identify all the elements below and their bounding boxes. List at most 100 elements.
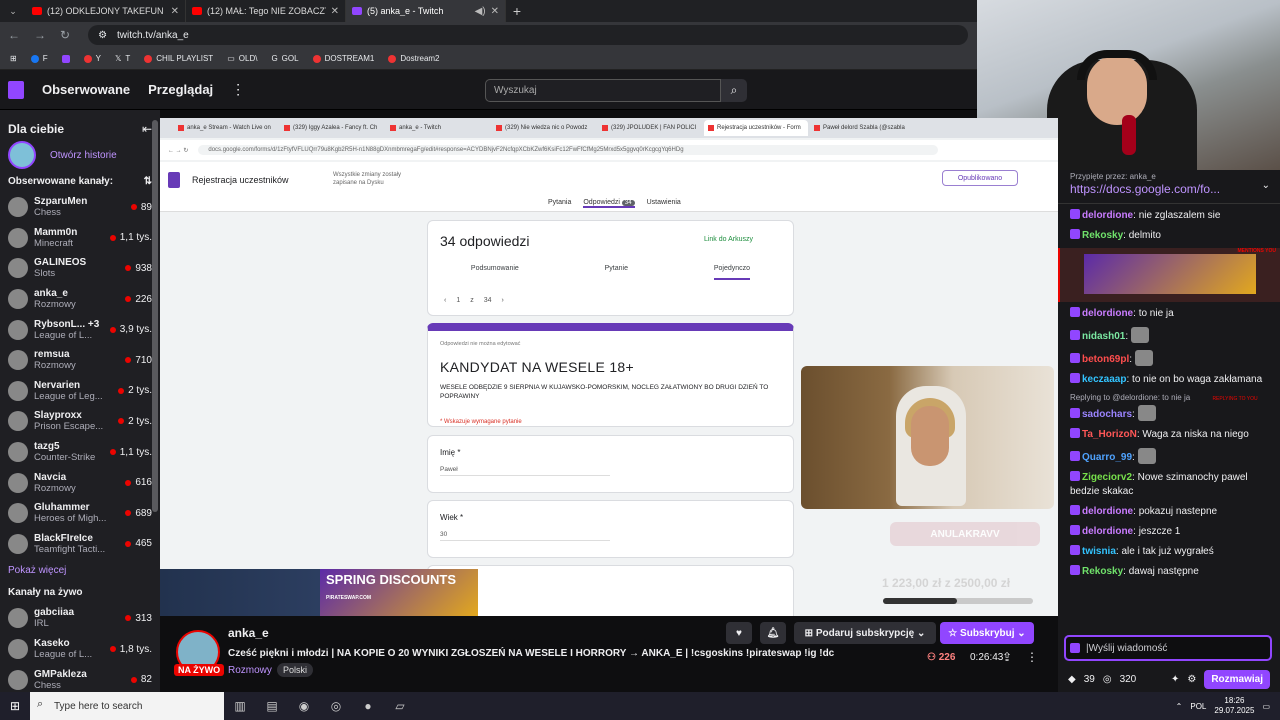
- settings-icon[interactable]: ⚙: [1187, 674, 1196, 685]
- chat-send-button[interactable]: Rozmawiaj: [1204, 669, 1270, 689]
- chat-username[interactable]: Rekosky: [1082, 566, 1123, 577]
- network-icon[interactable]: ⌃: [1176, 702, 1183, 711]
- language-indicator[interactable]: POL: [1190, 702, 1206, 711]
- sidebar-scrollbar[interactable]: [152, 120, 158, 512]
- chat-username[interactable]: keczaaap: [1082, 374, 1126, 385]
- url-field[interactable]: ⚙ twitch.tv/anka_e: [88, 25, 969, 45]
- chat-username[interactable]: sadochars: [1082, 409, 1132, 420]
- taskbar-search[interactable]: ⌕ Type here to search: [30, 692, 224, 720]
- system-tray: ⌃ POL 18:26 29.07.2025 ▭: [1176, 696, 1280, 716]
- close-icon[interactable]: ✕: [171, 6, 179, 17]
- close-icon[interactable]: ✕: [331, 6, 339, 17]
- sidebar-channel-item[interactable]: remsua Rozmowy 710: [0, 345, 160, 376]
- notifications-bell-icon[interactable]: 🔔︎: [760, 622, 786, 644]
- sort-icon[interactable]: ⇅: [144, 176, 152, 190]
- language-tag[interactable]: Polski: [277, 663, 314, 677]
- chat-username[interactable]: Quarro_99: [1082, 452, 1132, 463]
- bookmark-item[interactable]: F: [30, 54, 48, 63]
- chrome-icon[interactable]: ◎: [320, 692, 352, 720]
- inner-tab: (329) JPOLUDEK | FAN POLICI: [598, 120, 702, 136]
- chat-username[interactable]: nidash01: [1082, 331, 1125, 342]
- sidebar-channel-item[interactable]: Kaseko League of L... 1,8 tys.: [0, 634, 160, 665]
- gift-sub-button[interactable]: ⊞ Podaruj subskrypcję ⌄: [794, 622, 936, 644]
- open-stories-link[interactable]: Otwórz historie: [50, 150, 117, 161]
- browser-tab-active[interactable]: (5) anka_e - Twitch ◀) ✕: [346, 0, 506, 22]
- steam-icon[interactable]: ●: [352, 692, 384, 720]
- bookmark-item[interactable]: CHIL PLAYLIST: [144, 54, 213, 63]
- chat-username[interactable]: delordione: [1082, 526, 1133, 537]
- sidebar-channel-item[interactable]: GMPakleza Chess 82: [0, 664, 160, 692]
- close-icon[interactable]: ✕: [491, 6, 499, 17]
- apps-icon[interactable]: ⊞: [10, 54, 17, 63]
- search-input[interactable]: Wyszukaj: [485, 79, 721, 102]
- notes-icon[interactable]: ▱: [384, 692, 416, 720]
- chat-username[interactable]: twisnia: [1082, 546, 1116, 557]
- live-dot-icon: [125, 540, 132, 547]
- sidebar-channel-item[interactable]: gabciiaa IRL 313: [0, 603, 160, 634]
- nav-followed[interactable]: Obserwowane: [42, 82, 130, 97]
- sidebar-channel-item[interactable]: Nervarien League of Leg... 2 tys.: [0, 376, 160, 407]
- reload-icon[interactable]: ↻: [60, 28, 70, 42]
- tab-search-icon[interactable]: ⌄: [0, 0, 26, 22]
- bookmark-folder[interactable]: ▭ OLD\: [227, 54, 257, 63]
- speaker-icon[interactable]: ◀): [475, 6, 486, 17]
- chat-username[interactable]: delordione: [1082, 506, 1133, 517]
- chat-username[interactable]: delordione: [1082, 210, 1133, 221]
- bookmark-item[interactable]: G GOL: [271, 54, 298, 63]
- search-icon[interactable]: ⌕: [721, 79, 747, 102]
- twitch-logo-icon[interactable]: [8, 80, 24, 99]
- pinned-link[interactable]: https://docs.google.com/fo...: [1070, 182, 1220, 196]
- follow-heart-icon[interactable]: ♥: [726, 622, 752, 644]
- browser-tab[interactable]: (12) ODKLEJONY TAKEFUN GA... ✕: [26, 0, 186, 22]
- discord-icon[interactable]: ◉: [288, 692, 320, 720]
- more-icon[interactable]: ⋮: [231, 81, 245, 98]
- chat-username[interactable]: beton69pl: [1082, 354, 1129, 365]
- notification-icon[interactable]: ▭: [1262, 702, 1270, 711]
- channel-name[interactable]: anka_e: [228, 626, 269, 640]
- nav-browse[interactable]: Przeglądaj: [148, 82, 213, 97]
- share-icon[interactable]: ⇪: [1002, 650, 1012, 664]
- bookmark-item[interactable]: DOSTREAM1: [312, 54, 374, 63]
- collapse-sidebar-icon[interactable]: ⇤: [142, 122, 152, 136]
- bookmark-item[interactable]: [61, 54, 70, 63]
- forward-icon[interactable]: →: [34, 28, 46, 42]
- sidebar-channel-item[interactable]: anka_e Rozmowy 226: [0, 284, 160, 315]
- required-note: * Wskazuje wymagane pytanie: [440, 419, 522, 425]
- url-text: twitch.tv/anka_e: [117, 29, 189, 41]
- chat-username[interactable]: Ta_HorizoN: [1082, 429, 1137, 440]
- subscribe-button[interactable]: ☆ Subskrybuj ⌄: [940, 622, 1034, 644]
- clock[interactable]: 18:26 29.07.2025: [1214, 696, 1254, 716]
- chat-username[interactable]: Zigeciorv2: [1082, 472, 1132, 483]
- sidebar-channel-item[interactable]: tazg5 Counter-Strike 1,1 tys.: [0, 437, 160, 468]
- sidebar-channel-item[interactable]: GALINEOS Slots 938: [0, 253, 160, 284]
- chat-username[interactable]: Rekosky: [1082, 230, 1123, 241]
- more-options-icon[interactable]: ⋮: [1026, 650, 1038, 664]
- sidebar-channel-item[interactable]: BlackFIreIce Teamfight Tacti... 465: [0, 529, 160, 560]
- rewards-icon[interactable]: ✦: [1171, 674, 1179, 685]
- chat-input[interactable]: |Wyślij wiadomość: [1064, 635, 1272, 661]
- bits-icon[interactable]: ◆: [1068, 674, 1076, 685]
- file-explorer-icon[interactable]: ▤: [256, 692, 288, 720]
- bookmark-item[interactable]: 𝕏T: [115, 54, 130, 63]
- windows-start-icon[interactable]: ⊞: [0, 699, 30, 713]
- task-view-icon[interactable]: ▥: [224, 692, 256, 720]
- story-avatar[interactable]: [8, 141, 36, 169]
- browser-tab[interactable]: (12) MAŁ: Tego NIE ZOBACZYS... ✕: [186, 0, 346, 22]
- sidebar-channel-item[interactable]: SzparuMen Chess 89: [0, 192, 160, 223]
- show-more-link[interactable]: Pokaż więcej: [0, 559, 160, 581]
- sidebar-channel-item[interactable]: Slayproxx Prison Escape... 2 tys.: [0, 406, 160, 437]
- category-link[interactable]: Rozmowy: [228, 665, 272, 676]
- site-info-icon[interactable]: ⚙: [98, 30, 107, 41]
- stream-video[interactable]: anka_e Stream - Watch Live on (329) Iggy…: [160, 118, 1058, 616]
- sidebar-channel-item[interactable]: Gluhammer Heroes of Migh... 689: [0, 498, 160, 529]
- new-tab-button[interactable]: +: [506, 3, 528, 19]
- back-icon[interactable]: ←: [8, 28, 20, 42]
- channel-points-icon[interactable]: ◎: [1103, 674, 1112, 685]
- chevron-down-icon[interactable]: ⌄: [1262, 180, 1270, 191]
- bookmark-item[interactable]: Dostream2: [388, 54, 440, 63]
- sidebar-channel-item[interactable]: Navcia Rozmowy 616: [0, 467, 160, 498]
- sidebar-channel-item[interactable]: RybsonL... +3 League of L... 3,9 tys.: [0, 314, 160, 345]
- sidebar-channel-item[interactable]: Mamm0n Minecraft 1,1 tys.: [0, 223, 160, 254]
- bookmark-item[interactable]: Y: [83, 54, 101, 63]
- chat-username[interactable]: delordione: [1082, 308, 1133, 319]
